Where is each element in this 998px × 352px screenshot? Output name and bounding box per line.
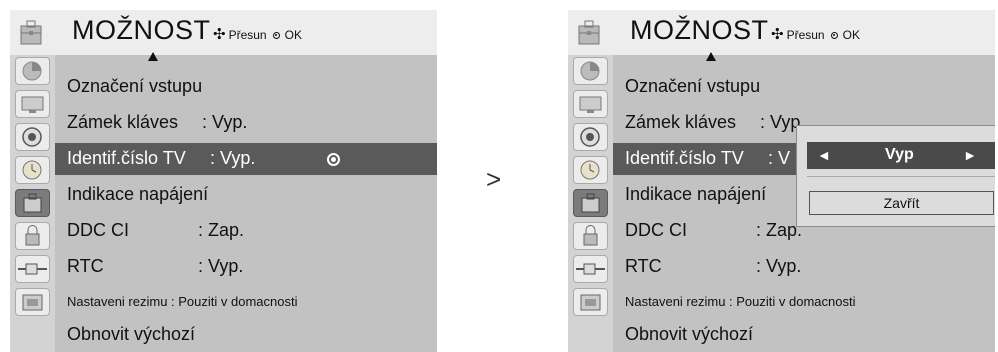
input-icon[interactable]: [573, 255, 608, 283]
item-label: RTC: [67, 256, 104, 276]
arrow-right-icon[interactable]: ►: [963, 147, 977, 163]
screen-icon[interactable]: [15, 90, 50, 118]
menu-item-power-indicator[interactable]: Indikace napájení: [55, 179, 437, 211]
picture-icon[interactable]: [573, 57, 608, 85]
menu-item-input-label[interactable]: Označení vstupu: [613, 71, 995, 103]
menu-item-mode-setting[interactable]: Nastaveni rezimu : Pouziti v domacnosti: [613, 285, 995, 317]
menu-panel-left: MOŽNOST ✣ Přesun OK Označení vstupu Záme…: [10, 10, 437, 352]
menu-item-set-id[interactable]: Identif.číslo TV : Vyp.: [55, 143, 437, 175]
item-label: DDC CI: [625, 220, 687, 240]
scroll-up-icon[interactable]: [148, 52, 158, 61]
popup-divider: [807, 176, 995, 177]
ok-button-icon: [830, 31, 838, 39]
menu-item-factory-reset[interactable]: Obnovit výchozí: [613, 319, 995, 351]
sound-icon[interactable]: [573, 123, 608, 151]
picture-icon[interactable]: [15, 57, 50, 85]
menu-item-rtc[interactable]: RTC : Vyp.: [55, 251, 437, 283]
arrow-left-icon[interactable]: ◄: [817, 147, 831, 163]
nav-hint: ✣ Přesun OK: [771, 26, 860, 43]
item-label: Nastaveni rezimu : Pouziti v domacnosti: [67, 294, 298, 309]
item-value: : Vyp.: [756, 256, 802, 276]
menu-title: MOŽNOST: [630, 15, 769, 45]
time-icon[interactable]: [573, 156, 608, 184]
sound-icon[interactable]: [15, 123, 50, 151]
value-selector[interactable]: ◄ Vyp ►: [807, 142, 995, 169]
move-arrows-icon: ✣: [771, 26, 784, 43]
time-icon[interactable]: [15, 156, 50, 184]
ok-button-icon: [272, 31, 280, 39]
item-label: Nastaveni rezimu : Pouziti v domacnosti: [625, 294, 856, 309]
item-label: Indikace napájení: [67, 184, 209, 204]
item-value: : Vyp.: [202, 112, 248, 132]
item-value: : Zap.: [198, 220, 245, 240]
transition-arrow: >: [486, 164, 502, 194]
selector-value: Vyp: [885, 146, 914, 163]
menu-title: MOŽNOST: [72, 15, 211, 45]
item-label: Obnovit výchozí: [625, 324, 754, 344]
scroll-up-icon[interactable]: [706, 52, 716, 61]
close-button[interactable]: Zavřít: [809, 191, 994, 215]
item-label: Označení vstupu: [625, 76, 761, 96]
item-label: Indikace napájení: [625, 184, 767, 204]
lock-icon[interactable]: [15, 222, 50, 250]
option-icon: [578, 20, 600, 45]
item-label: Obnovit výchozí: [67, 324, 196, 344]
hint-move-label: Přesun: [786, 28, 825, 42]
usb-icon[interactable]: [15, 288, 50, 316]
menu-item-rtc[interactable]: RTC : Vyp.: [613, 251, 995, 283]
menu-header: MOŽNOST ✣ Přesun OK: [10, 10, 437, 55]
item-value: : V: [768, 148, 791, 168]
menu-item-ddc-ci[interactable]: DDC CI : Zap.: [55, 215, 437, 247]
hint-ok-label: OK: [284, 28, 302, 42]
ok-radio-icon: [327, 153, 340, 166]
usb-icon[interactable]: [573, 288, 608, 316]
item-label: Zámek kláves: [67, 112, 179, 132]
lock-icon[interactable]: [573, 222, 608, 250]
menu-item-mode-setting[interactable]: Nastaveni rezimu : Pouziti v domacnosti: [55, 285, 437, 317]
nav-hint: ✣ Přesun OK: [213, 26, 302, 43]
input-icon[interactable]: [15, 255, 50, 283]
menu-panel-right: MOŽNOST ✣ Přesun OK Označení vstupu Záme…: [568, 10, 995, 352]
screen-icon[interactable]: [573, 90, 608, 118]
item-value: : Vyp.: [198, 256, 244, 276]
item-label: Identif.číslo TV: [67, 148, 186, 168]
item-label: Identif.číslo TV: [625, 148, 744, 168]
menu-item-factory-reset[interactable]: Obnovit výchozí: [55, 319, 437, 351]
menu-item-input-label[interactable]: Označení vstupu: [55, 71, 437, 103]
move-arrows-icon: ✣: [213, 26, 226, 43]
item-label: Zámek kláves: [625, 112, 737, 132]
hint-move-label: Přesun: [228, 28, 267, 42]
option-icon: [20, 20, 42, 45]
menu-item-key-lock[interactable]: Zámek kláves : Vyp.: [55, 107, 437, 139]
menu-header: MOŽNOST ✣ Přesun OK: [568, 10, 995, 55]
set-id-popup: ◄ Vyp ► Zavřít: [796, 125, 995, 227]
item-label: RTC: [625, 256, 662, 276]
item-label: DDC CI: [67, 220, 129, 240]
item-label: Označení vstupu: [67, 76, 203, 96]
option-icon[interactable]: [15, 189, 50, 217]
hint-ok-label: OK: [842, 28, 860, 42]
option-icon[interactable]: [573, 189, 608, 217]
item-value: : Vyp.: [210, 148, 256, 168]
